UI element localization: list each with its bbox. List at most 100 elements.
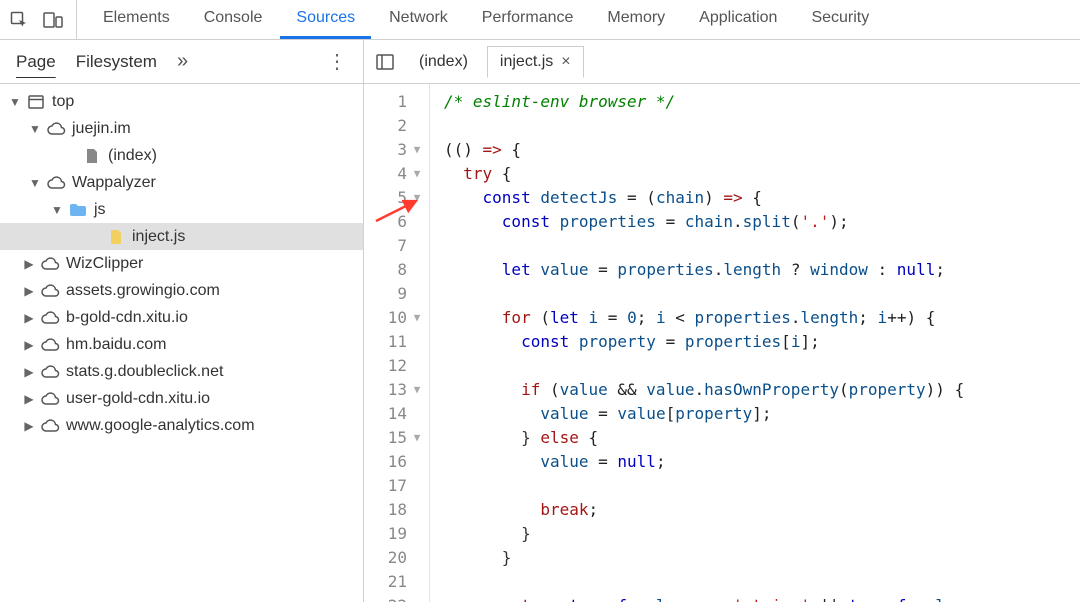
sidebar-kebab-menu[interactable]: ⋮ <box>317 49 357 74</box>
fold-arrow-icon[interactable]: ▼ <box>411 162 423 186</box>
code-line[interactable]: } else { <box>444 426 1080 450</box>
fold-arrow-icon[interactable]: ▼ <box>411 378 423 402</box>
line-number[interactable]: 10▼ <box>364 306 429 330</box>
line-number[interactable]: 7 <box>364 234 429 258</box>
code-line[interactable]: return typeof value === 'string' || type… <box>444 594 1080 602</box>
tree-item[interactable]: ▶ b-gold-cdn.xitu.io <box>0 304 363 331</box>
expand-arrow-icon[interactable]: ▶ <box>22 257 36 271</box>
code-line[interactable] <box>444 114 1080 138</box>
tree-item-label: b-gold-cdn.xitu.io <box>64 309 188 327</box>
code-line[interactable]: const properties = chain.split('.'); <box>444 210 1080 234</box>
panel-tab-memory[interactable]: Memory <box>591 0 681 39</box>
inspect-element-icon[interactable] <box>8 9 30 31</box>
panel-tab-sources[interactable]: Sources <box>280 0 371 39</box>
tree-item[interactable]: ▶WizClipper <box>0 250 363 277</box>
device-toolbar-icon[interactable] <box>42 9 64 31</box>
line-number[interactable]: 1 <box>364 90 429 114</box>
fold-arrow-icon[interactable]: ▼ <box>411 138 423 162</box>
tree-item[interactable]: ▼js <box>0 196 363 223</box>
tree-item[interactable]: ▶www.google-analytics.com <box>0 412 363 439</box>
expand-arrow-icon[interactable]: ▼ <box>8 95 22 109</box>
tree-item-label: Wappalyzer <box>70 174 156 192</box>
expand-arrow-icon[interactable]: ▶ <box>22 284 36 298</box>
line-number[interactable]: 3▼ <box>364 138 429 162</box>
panel-tab-security[interactable]: Security <box>795 0 885 39</box>
code-line[interactable] <box>444 354 1080 378</box>
code-line[interactable]: if (value && value.hasOwnProperty(proper… <box>444 378 1080 402</box>
line-number[interactable]: 4▼ <box>364 162 429 186</box>
code-line[interactable] <box>444 234 1080 258</box>
line-number[interactable]: 17 <box>364 474 429 498</box>
panel-tab-console[interactable]: Console <box>188 0 279 39</box>
line-number[interactable]: 2 <box>364 114 429 138</box>
code-line[interactable]: for (let i = 0; i < properties.length; i… <box>444 306 1080 330</box>
fold-arrow-icon[interactable]: ▼ <box>411 426 423 450</box>
panel-tab-network[interactable]: Network <box>373 0 464 39</box>
line-number[interactable]: 15▼ <box>364 426 429 450</box>
code-line[interactable]: const property = properties[i]; <box>444 330 1080 354</box>
source-tab-label: inject.js <box>500 53 553 71</box>
tree-item[interactable]: (index) <box>0 142 363 169</box>
line-number[interactable]: 13▼ <box>364 378 429 402</box>
code-line[interactable]: const detectJs = (chain) => { <box>444 186 1080 210</box>
expand-arrow-icon[interactable]: ▼ <box>28 176 42 190</box>
expand-arrow-icon[interactable]: ▶ <box>22 419 36 433</box>
source-nav-icon[interactable] <box>370 47 400 77</box>
folder-icon <box>68 200 88 220</box>
line-number[interactable]: 12 <box>364 354 429 378</box>
line-number[interactable]: 5▼ <box>364 186 429 210</box>
expand-arrow-icon[interactable]: ▼ <box>50 203 64 217</box>
line-number[interactable]: 16 <box>364 450 429 474</box>
code-line[interactable]: } <box>444 522 1080 546</box>
tree-item[interactable]: ▶hm.baidu.com <box>0 331 363 358</box>
tree-item[interactable]: ▼juejin.im <box>0 115 363 142</box>
tree-item[interactable]: ▼ Wappalyzer <box>0 169 363 196</box>
expand-arrow-icon[interactable]: ▶ <box>22 392 36 406</box>
line-number[interactable]: 19 <box>364 522 429 546</box>
panel-tab-elements[interactable]: Elements <box>87 0 186 39</box>
code-line[interactable]: try { <box>444 162 1080 186</box>
fold-arrow-icon[interactable]: ▼ <box>411 306 423 330</box>
tree-item[interactable]: ▼top <box>0 88 363 115</box>
code-content[interactable]: /* eslint-env browser */ (() => { try { c… <box>430 84 1080 602</box>
code-line[interactable]: let value = properties.length ? window :… <box>444 258 1080 282</box>
fold-arrow-icon[interactable]: ▼ <box>411 186 423 210</box>
line-number[interactable]: 8 <box>364 258 429 282</box>
line-number[interactable]: 21 <box>364 570 429 594</box>
line-number[interactable]: 18 <box>364 498 429 522</box>
source-file-tab[interactable]: inject.js × <box>487 46 584 78</box>
expand-arrow-icon[interactable]: ▶ <box>22 338 36 352</box>
expand-arrow-icon[interactable]: ▶ <box>22 365 36 379</box>
line-number[interactable]: 14 <box>364 402 429 426</box>
code-line[interactable]: } <box>444 546 1080 570</box>
line-number[interactable]: 22 <box>364 594 429 602</box>
tree-item[interactable]: ▶assets.growingio.com <box>0 277 363 304</box>
line-number[interactable]: 9 <box>364 282 429 306</box>
line-number[interactable]: 6 <box>364 210 429 234</box>
panel-tab-performance[interactable]: Performance <box>466 0 590 39</box>
tree-item[interactable]: ▶user-gold-cdn.xitu.io <box>0 385 363 412</box>
code-line[interactable]: break; <box>444 498 1080 522</box>
code-line[interactable] <box>444 570 1080 594</box>
sidebar-tab-page[interactable]: Page <box>6 44 66 80</box>
code-line[interactable]: (() => { <box>444 138 1080 162</box>
code-line[interactable]: /* eslint-env browser */ <box>444 90 1080 114</box>
code-editor[interactable]: 123▼4▼5▼678910▼111213▼1415▼1617181920212… <box>364 84 1080 602</box>
expand-arrow-icon[interactable]: ▼ <box>28 122 42 136</box>
code-line[interactable]: value = null; <box>444 450 1080 474</box>
code-line[interactable]: value = value[property]; <box>444 402 1080 426</box>
sidebar-tab-filesystem[interactable]: Filesystem <box>66 44 167 80</box>
tree-item[interactable]: inject.js <box>0 223 363 250</box>
source-file-tab[interactable]: (index) <box>406 46 481 78</box>
expand-arrow-icon[interactable]: ▶ <box>22 311 36 325</box>
sidebar-more-tabs[interactable]: » <box>167 50 198 73</box>
line-number[interactable]: 20 <box>364 546 429 570</box>
source-tab-label: (index) <box>419 53 468 71</box>
cloud-icon <box>46 173 66 193</box>
line-number[interactable]: 11 <box>364 330 429 354</box>
tree-item[interactable]: ▶stats.g.doubleclick.net <box>0 358 363 385</box>
close-icon[interactable]: × <box>561 53 570 71</box>
panel-tab-application[interactable]: Application <box>683 0 793 39</box>
code-line[interactable] <box>444 282 1080 306</box>
code-line[interactable] <box>444 474 1080 498</box>
